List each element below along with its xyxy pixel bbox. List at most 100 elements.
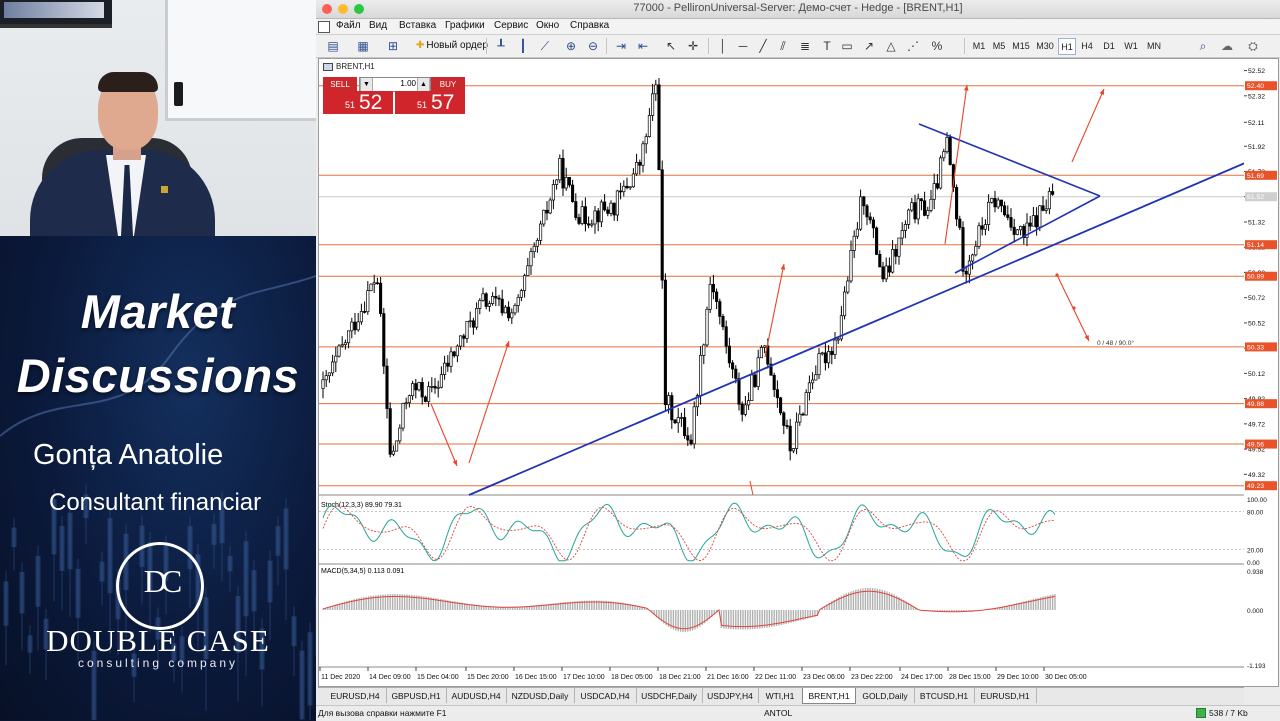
candle <box>859 197 861 229</box>
timeframe-w1[interactable]: W1 <box>1122 38 1140 53</box>
tab-gbpusd-h1[interactable]: GBPUSD,H1 <box>386 688 447 703</box>
menu-help[interactable]: Справка <box>570 20 609 31</box>
timeframe-m15[interactable]: M15 <box>1010 38 1032 53</box>
horizontal-line-icon[interactable]: ─ <box>734 37 752 55</box>
candle <box>434 386 436 388</box>
tab-nzdusd-daily[interactable]: NZDUSD,Daily <box>506 688 575 703</box>
tab-wti-h1[interactable]: WTI,H1 <box>758 688 803 703</box>
timeframe-h1[interactable]: H1 <box>1058 38 1076 55</box>
candle <box>939 158 941 188</box>
line-chart-icon[interactable]: ⟋ <box>536 37 554 55</box>
tab-usdchf-daily[interactable]: USDCHF,Daily <box>636 688 703 703</box>
tab-usdcad-h4[interactable]: USDCAD,H4 <box>574 688 637 703</box>
chart-shift-icon[interactable]: ⇥ <box>612 37 630 55</box>
candle <box>802 414 804 415</box>
candle <box>632 174 634 187</box>
timeframe-d1[interactable]: D1 <box>1100 38 1118 53</box>
trendline-icon[interactable]: ╱ <box>754 37 772 55</box>
tab-audusd-h4[interactable]: AUDUSD,H4 <box>446 688 507 703</box>
tab-gold-daily[interactable]: GOLD,Daily <box>856 688 915 703</box>
candle <box>325 376 327 380</box>
candle <box>354 322 356 330</box>
tab-eurusd-h1[interactable]: EURUSD,H1 <box>974 688 1037 703</box>
candle <box>1019 226 1021 229</box>
text-label-icon[interactable]: T <box>818 37 836 55</box>
zoom-out-icon[interactable]: ⊖ <box>584 37 602 55</box>
menu-tools[interactable]: Сервис <box>494 20 528 31</box>
fib-fan-icon[interactable]: ⋰ <box>904 37 922 55</box>
lot-decrease-icon[interactable]: ▼ <box>360 78 373 91</box>
candle <box>1029 223 1031 226</box>
candlestick-icon[interactable]: ┃ <box>514 37 532 55</box>
rectangle-icon[interactable]: ▭ <box>838 37 856 55</box>
bar-chart-icon[interactable]: ┸ <box>492 37 510 55</box>
lot-size-field[interactable]: ▼ 1.00 ▲ <box>359 77 431 92</box>
level-price-label: 51.14 <box>1247 242 1264 249</box>
promo-candle-body <box>100 562 105 582</box>
menu-file[interactable]: Файл <box>336 20 361 31</box>
menu-window[interactable]: Окно <box>536 20 559 31</box>
timeframe-h4[interactable]: H4 <box>1078 38 1096 53</box>
menu-insert[interactable]: Вставка <box>399 20 436 31</box>
new-chart-icon[interactable]: ▤ <box>324 37 342 55</box>
webcam-feed <box>0 0 316 236</box>
timeframe-m1[interactable]: M1 <box>970 38 988 53</box>
price-tick-label: 52.52 <box>1248 68 1265 75</box>
tab-btcusd-h1[interactable]: BTCUSD,H1 <box>914 688 975 703</box>
timeframe-mn[interactable]: MN <box>1144 38 1164 53</box>
buy-price-pips: 57 <box>431 91 454 115</box>
candle <box>703 345 705 355</box>
level-price-label: 52.40 <box>1247 83 1264 90</box>
autoscroll-icon[interactable]: ⇤ <box>634 37 652 55</box>
sell-price-button[interactable]: 51 52 <box>323 91 393 114</box>
candle <box>946 137 948 151</box>
candle <box>501 299 503 313</box>
indicators-icon[interactable]: % <box>928 37 946 55</box>
price-chart[interactable]: 0 / 48 / 90.0°Stoch(12,3,3) 89.90 79.31M… <box>319 59 1245 686</box>
market-watch-icon[interactable]: ⊞ <box>384 37 402 55</box>
vertical-line-icon[interactable]: │ <box>714 37 732 55</box>
candle <box>482 294 484 301</box>
new-order-button[interactable]: ✚Новый ордер <box>412 37 492 54</box>
community-icon[interactable]: ⛭ <box>1244 37 1262 55</box>
tab-usdjpy-h4[interactable]: USDJPY,H4 <box>702 688 759 703</box>
price-scale[interactable]: 52.5252.3252.1151.9251.7251.5251.3251.12… <box>1244 58 1279 687</box>
arrow-icon[interactable]: ↗ <box>860 37 878 55</box>
buy-price-button[interactable]: 51 57 <box>395 91 465 114</box>
status-bar: Для вызова справки нажмите F1 ANTOL 538 … <box>316 705 1280 721</box>
candle <box>872 220 874 228</box>
stoch-scale-label: 20.00 <box>1247 547 1264 554</box>
channel-icon[interactable]: ⫽ <box>774 37 792 55</box>
timeframe-m5[interactable]: M5 <box>990 38 1008 53</box>
triangle-icon[interactable]: △ <box>882 37 900 55</box>
time-label: 22 Dec 11:00 <box>755 674 796 681</box>
fibonacci-icon[interactable]: ≣ <box>796 37 814 55</box>
tab-brent-h1[interactable]: BRENT,H1 <box>802 688 856 704</box>
search-icon[interactable]: ⌕ <box>1194 37 1212 55</box>
candle <box>373 283 375 284</box>
toolbar-separator <box>486 38 487 54</box>
buy-button[interactable]: BUY <box>431 77 465 91</box>
sell-button[interactable]: SELL <box>323 77 357 91</box>
crosshair-icon[interactable]: ✛ <box>684 37 702 55</box>
candle <box>885 266 887 279</box>
chart-window[interactable]: 0 / 48 / 90.0°Stoch(12,3,3) 89.90 79.31M… <box>318 58 1246 687</box>
candle <box>1016 230 1018 235</box>
tab-eurusd-h4[interactable]: EURUSD,H4 <box>324 688 387 703</box>
level-price-label: 49.88 <box>1247 401 1264 408</box>
promo-candle-body <box>36 556 41 607</box>
candle <box>447 363 449 366</box>
candle <box>507 307 509 318</box>
timeframe-m30[interactable]: M30 <box>1034 38 1056 53</box>
lot-increase-icon[interactable]: ▲ <box>417 78 430 91</box>
cursor-icon[interactable]: ↖ <box>662 37 680 55</box>
zoom-in-icon[interactable]: ⊕ <box>562 37 580 55</box>
child-window-icon[interactable] <box>318 21 330 33</box>
profiles-icon[interactable]: ▦ <box>354 37 372 55</box>
chat-icon[interactable]: ☁ <box>1218 37 1236 55</box>
menu-view[interactable]: Вид <box>369 20 387 31</box>
menu-charts[interactable]: Графики <box>445 20 485 31</box>
candle <box>466 321 468 338</box>
candle <box>555 180 557 185</box>
connection-status[interactable]: 538 / 7 Kb <box>1196 708 1248 718</box>
